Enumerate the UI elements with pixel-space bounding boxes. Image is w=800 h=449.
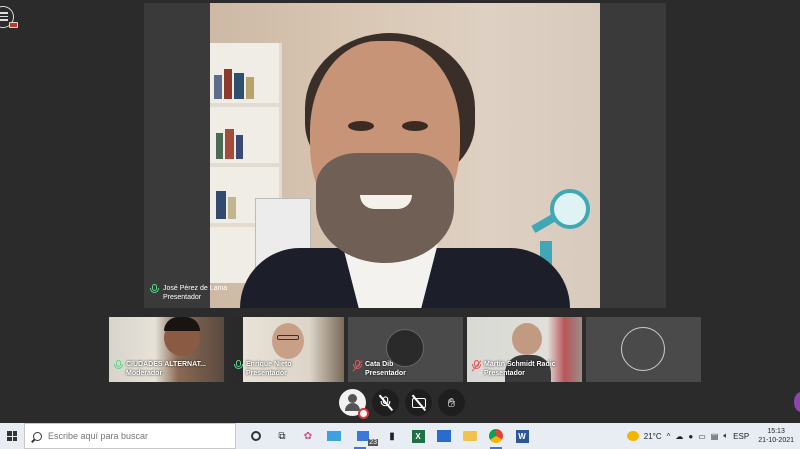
search-input[interactable] — [48, 431, 218, 441]
paint-icon: ✿ — [303, 430, 313, 442]
participant-role: Moderador — [126, 370, 163, 377]
photos-icon — [327, 431, 341, 441]
main-presenter-name: José Pérez de Lama — [163, 285, 228, 292]
main-presenter-role: Presentador — [163, 294, 202, 301]
language-indicator[interactable]: ESP — [733, 432, 749, 441]
image-icon — [437, 430, 451, 442]
hamburger-icon — [0, 12, 8, 23]
recording-badge-icon — [9, 22, 18, 28]
main-presenter-label: José Pérez de Lama Presentador — [150, 284, 227, 302]
temperature[interactable]: 21°C — [644, 432, 662, 441]
clock-date: 21-10-2021 — [758, 437, 794, 444]
paint-app[interactable]: ✿ — [300, 428, 316, 444]
network-icon[interactable]: ▤ — [711, 432, 719, 441]
participant-role: Presentador — [484, 370, 525, 377]
participant-avatar-placeholder — [621, 327, 665, 371]
folder-icon — [463, 431, 477, 441]
taskbar: ⧉ ✿ 23 ▮ X W 21°C ^ ☁ ● ▭ ▤ 🔈︎ ESP 15:13… — [0, 423, 800, 449]
call-controls: ✋︎ — [339, 389, 465, 419]
participant-tile[interactable]: Enrique Nieto Presentador — [229, 317, 344, 382]
participant-role: Presentador — [365, 370, 406, 377]
clock[interactable]: 15:13 21-10-2021 — [758, 427, 794, 445]
start-button[interactable] — [0, 423, 24, 449]
system-tray: 21°C ^ ☁ ● ▭ ▤ 🔈︎ ESP 15:13 21-10-2021 — [626, 427, 800, 445]
mic-muted-icon — [353, 360, 362, 372]
chrome-icon — [489, 429, 503, 443]
participant-label: Cata Dib Presentador — [353, 360, 406, 378]
user-status-button[interactable] — [339, 389, 369, 419]
participant-label: Martin Schmidt Radic Presentador — [472, 360, 556, 378]
participant-label: Enrique Nieto Presentador — [234, 360, 292, 378]
main-video-tile: José Pérez de Lama Presentador — [144, 3, 666, 308]
cloud-icon[interactable]: ☁ — [675, 432, 683, 441]
participant-name: Enrique Nieto — [246, 361, 292, 368]
volume-icon[interactable]: 🔈︎ — [723, 431, 728, 441]
participant-tile-empty[interactable] — [586, 317, 701, 382]
chrome-app[interactable] — [488, 428, 504, 449]
word-app[interactable]: W — [514, 428, 530, 444]
weather-icon[interactable] — [626, 431, 639, 441]
mic-muted-icon — [472, 360, 481, 372]
cortana-button[interactable] — [248, 428, 264, 444]
excel-icon: X — [411, 429, 425, 443]
task-view-button[interactable]: ⧉ — [274, 428, 290, 444]
participant-name: CIUDADES ALTERNAT... — [126, 361, 206, 368]
show-hidden-icons-chevron-icon[interactable]: ^ — [667, 432, 671, 441]
raise-hand-icon: ✋︎ — [447, 394, 456, 410]
excel-app[interactable]: X — [410, 428, 426, 444]
mic-on-icon — [234, 360, 243, 372]
taskbar-apps: ⧉ ✿ 23 ▮ X W — [248, 428, 530, 449]
mic-on-icon — [114, 360, 123, 372]
mic-toggle-button[interactable] — [372, 389, 399, 416]
photos-app[interactable] — [326, 428, 342, 444]
mic-tray-icon[interactable]: ● — [688, 432, 693, 441]
battery-icon[interactable]: ▭ — [698, 432, 706, 441]
raise-hand-button[interactable]: ✋︎ — [438, 389, 465, 416]
search-icon — [33, 431, 42, 441]
taskbar-search[interactable] — [24, 423, 236, 449]
main-video-feed — [210, 3, 600, 308]
user-status-icon — [348, 394, 357, 403]
file-explorer-app[interactable]: 23 — [352, 428, 378, 449]
word-icon: W — [515, 429, 529, 443]
participant-label: CIUDADES ALTERNAT... Moderador — [114, 360, 206, 378]
clock-time: 15:13 — [767, 428, 785, 435]
participant-name: Cata Dib — [365, 361, 394, 368]
task-view-icon: ⧉ — [278, 430, 286, 442]
do-not-disturb-icon — [358, 408, 369, 419]
usb-icon: ▮ — [389, 430, 395, 442]
task-count-badge: 23 — [368, 439, 378, 446]
participant-tile[interactable]: Martin Schmidt Radic Presentador — [467, 317, 582, 382]
image-app[interactable] — [436, 428, 452, 444]
app-icon — [357, 431, 369, 441]
usb-app[interactable]: ▮ — [384, 428, 400, 444]
participant-role: Presentador — [246, 370, 287, 377]
camera-toggle-button[interactable] — [405, 389, 432, 416]
windows-icon — [7, 431, 17, 441]
folder-app[interactable] — [462, 428, 478, 444]
session-menu-button[interactable] — [0, 2, 22, 32]
mic-on-icon — [150, 284, 159, 296]
cortana-icon — [251, 431, 261, 441]
participant-name: Martin Schmidt Radic — [484, 361, 556, 368]
side-panel-tab[interactable] — [794, 392, 800, 412]
participant-tile[interactable]: Cata Dib Presentador — [348, 317, 463, 382]
participant-tile[interactable]: CIUDADES ALTERNAT... Moderador — [109, 317, 224, 382]
